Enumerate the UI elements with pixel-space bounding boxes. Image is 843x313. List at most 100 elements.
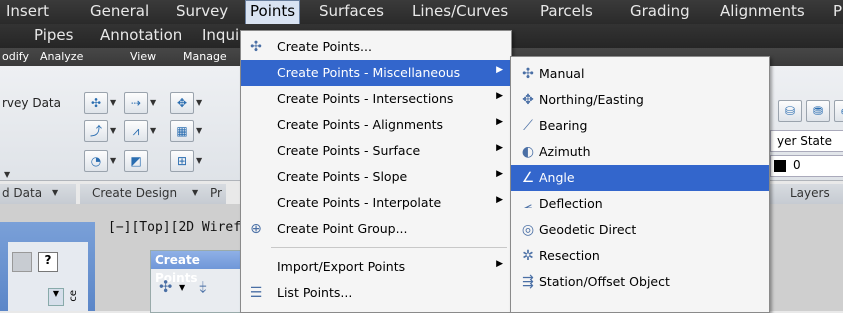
menu-item-create-point-group[interactable]: ⊕ Create Point Group... xyxy=(241,216,511,242)
chevron-down-icon[interactable]: ▼ xyxy=(48,288,64,306)
menu-item-label: Import/Export Points xyxy=(277,259,406,274)
angle-icon: ∠ xyxy=(521,170,535,186)
grid-icon[interactable]: ✥ xyxy=(170,92,194,114)
alignment-icon[interactable]: ⤴ xyxy=(84,120,108,142)
submenu-item-northing-easting[interactable]: ✥ Northing/Easting xyxy=(511,87,769,113)
layer-tool-icon[interactable]: ⛁ xyxy=(778,100,802,122)
help-button[interactable]: ? xyxy=(38,252,58,272)
chevron-down-icon[interactable]: ▼ xyxy=(150,98,156,107)
window-icon[interactable] xyxy=(12,252,32,272)
menu-item-import-export-points[interactable]: Import/Export Points ▶ xyxy=(241,254,511,280)
resection-icon: ✲ xyxy=(522,248,534,264)
menu-general[interactable]: General xyxy=(90,2,149,20)
menu-item-create-points-alignments[interactable]: Create Points - Alignments ▶ xyxy=(241,112,511,138)
tab-manage[interactable]: Manage xyxy=(183,50,227,63)
menu-bar-primary: Insert General Survey Points Surfaces Li… xyxy=(0,0,843,25)
chevron-down-icon[interactable]: ▼ xyxy=(196,126,202,135)
submenu-item-angle[interactable]: ∠ Angle xyxy=(511,165,769,191)
submenu-item-label: Bearing xyxy=(539,118,588,133)
menu-grading[interactable]: Grading xyxy=(630,2,690,20)
chevron-down-icon: ▼ xyxy=(52,188,59,197)
grading-icon[interactable]: ◩ xyxy=(124,150,148,172)
submenu-arrow-icon: ▶ xyxy=(496,65,503,75)
menu-item-label: Create Points - Interpolate xyxy=(277,195,442,210)
menu-lines-curves[interactable]: Lines/Curves xyxy=(412,2,508,20)
submenu-item-manual[interactable]: ✣ Manual xyxy=(511,61,769,87)
tab-view[interactable]: View xyxy=(130,50,156,63)
submenu-arrow-icon: ▶ xyxy=(496,91,503,101)
menu-item-label: Create Points - Miscellaneous xyxy=(277,65,461,80)
panel-layers[interactable]: Layers xyxy=(768,184,843,204)
submenu-item-deflection[interactable]: ⦟ Deflection xyxy=(511,191,769,217)
layer-state-field[interactable]: yer State xyxy=(770,130,843,152)
layer-dropdown[interactable]: 0 xyxy=(770,155,843,177)
menu-item-create-points-intersections[interactable]: Create Points - Intersections ▶ xyxy=(241,86,511,112)
menu-item-label: Create Points - Slope xyxy=(277,169,408,184)
menu-alignments[interactable]: Alignments xyxy=(720,2,805,20)
corridor-icon[interactable]: ⊞ xyxy=(170,150,194,172)
point-tool-icon[interactable]: ✣ xyxy=(84,92,108,114)
chevron-down-icon[interactable]: ▼ xyxy=(110,98,116,107)
submenu-arrow-icon: ▶ xyxy=(496,259,503,269)
panel-create-design[interactable]: Create Design ▼ Pr xyxy=(80,184,226,204)
submenu-arrow-icon: ▶ xyxy=(496,195,503,205)
point-group-icon: ⊕ xyxy=(250,221,262,237)
menu-inquiry[interactable]: Inqui xyxy=(202,26,239,44)
menu-pipes[interactable]: Pipes xyxy=(34,26,73,44)
menu-item-label: Create Points - Alignments xyxy=(277,117,444,132)
layer-tool-icon[interactable]: ⛃ xyxy=(806,100,830,122)
menu-item-create-points-interpolate[interactable]: Create Points - Interpolate ▶ xyxy=(241,190,511,216)
chevron-down-icon[interactable]: ▼ xyxy=(110,156,116,165)
menu-annotation[interactable]: Annotation xyxy=(100,26,182,44)
menu-item-create-points-slope[interactable]: Create Points - Slope ▶ xyxy=(241,164,511,190)
layer-tool-icon[interactable]: ⛂ xyxy=(834,100,843,122)
menu-survey[interactable]: Survey xyxy=(176,2,228,20)
chevron-down-icon[interactable]: ▼ xyxy=(179,283,185,292)
azimuth-icon: ◐ xyxy=(521,144,535,160)
point-add-icon[interactable]: ✣ xyxy=(159,277,172,296)
surface-icon[interactable]: ◔ xyxy=(84,150,108,172)
menu-item-create-points-miscellaneous[interactable]: Create Points - Miscellaneous ▶ xyxy=(241,60,511,86)
menu-parcels[interactable]: Parcels xyxy=(540,2,593,20)
submenu-item-label: Station/Offset Object xyxy=(539,274,670,289)
submenu-item-resection[interactable]: ✲ Resection xyxy=(511,243,769,269)
chevron-down-icon[interactable]: ▼ xyxy=(150,126,156,135)
miscellaneous-submenu: ✣ Manual ✥ Northing/Easting ⟋ Bearing ◐ … xyxy=(510,56,770,313)
menu-item-create-points[interactable]: ✣ Create Points... xyxy=(241,34,511,60)
chevron-down-icon[interactable]: ▼ xyxy=(196,98,202,107)
menu-points[interactable]: Points xyxy=(245,0,301,25)
tab-modify[interactable]: odify xyxy=(2,50,29,63)
submenu-item-geodetic-direct[interactable]: ◎ Geodetic Direct xyxy=(511,217,769,243)
submenu-item-azimuth[interactable]: ◐ Azimuth xyxy=(511,139,769,165)
menu-item-label: Create Points - Intersections xyxy=(277,91,454,106)
panel-pr-label: Pr xyxy=(210,186,222,200)
menu-overflow[interactable]: P xyxy=(833,2,842,20)
layer-color-swatch xyxy=(774,160,786,172)
panel-data[interactable]: d Data ▼ xyxy=(0,184,76,204)
northing-easting-icon: ✥ xyxy=(522,92,534,108)
profile-icon[interactable]: ⩘ xyxy=(124,120,148,142)
menu-insert[interactable]: Insert xyxy=(6,2,49,20)
tab-analyze[interactable]: Analyze xyxy=(40,50,83,63)
submenu-item-station-offset-object[interactable]: ⇶ Station/Offset Object xyxy=(511,269,769,295)
point-tool-icon[interactable]: ⤈ xyxy=(199,277,206,297)
submenu-item-label: Geodetic Direct xyxy=(539,222,637,237)
menu-item-create-points-surface[interactable]: Create Points - Surface ▶ xyxy=(241,138,511,164)
chevron-down-icon[interactable]: ▼ xyxy=(4,170,10,179)
bearing-icon: ⟋ xyxy=(523,118,533,134)
menu-item-list-points[interactable]: ☰ List Points... xyxy=(241,280,511,306)
toolspace-panel: ? ▼ ce xyxy=(0,222,95,311)
submenu-arrow-icon: ▶ xyxy=(496,143,503,153)
layer-state-label: yer State xyxy=(777,134,832,148)
panel-data-label: d Data xyxy=(2,186,43,200)
feature-line-icon[interactable]: ⇢ xyxy=(124,92,148,114)
menu-surfaces[interactable]: Surfaces xyxy=(319,2,384,20)
viewport-label[interactable]: [−][Top][2D Wirefr xyxy=(108,220,249,235)
parcel-icon[interactable]: ▦ xyxy=(170,120,194,142)
chevron-down-icon[interactable]: ▼ xyxy=(196,156,202,165)
create-points-toolbar-title: Create Points xyxy=(151,251,241,285)
chevron-down-icon[interactable]: ▼ xyxy=(110,126,116,135)
survey-data-label[interactable]: rvey Data xyxy=(2,96,61,110)
submenu-item-bearing[interactable]: ⟋ Bearing xyxy=(511,113,769,139)
menu-item-label: Create Points - Surface xyxy=(277,143,421,158)
